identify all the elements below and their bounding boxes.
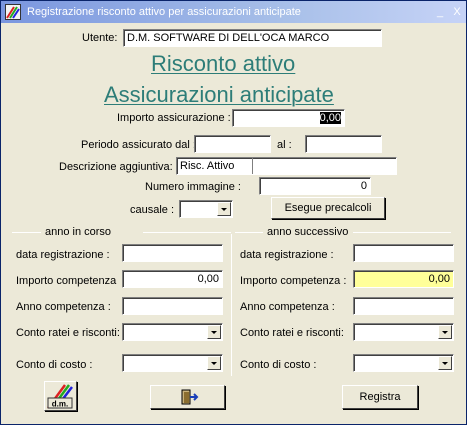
left-data-registrazione-label: data registrazione :	[16, 249, 110, 261]
chevron-down-icon[interactable]	[207, 325, 221, 339]
esegue-precalcoli-button[interactable]: Esegue precalcoli	[271, 197, 385, 219]
separator-left-a	[12, 232, 41, 233]
chevron-down-icon[interactable]	[207, 356, 221, 370]
app-icon	[5, 4, 21, 20]
importo-assicurazione-field[interactable]: 0,00	[232, 109, 345, 127]
title-bar[interactable]: Registrazione risconto attivo per assicu…	[1, 1, 466, 23]
descrizione-field[interactable]: Risc. Attivo	[176, 157, 397, 175]
periodo-al-label: al :	[277, 139, 292, 151]
right-conto-costo-label: Conto di costo :	[240, 359, 317, 371]
left-anno-competenza-label: Anno competenza :	[16, 301, 111, 313]
numero-immagine-label: Numero immagine :	[145, 181, 241, 193]
separator-right-a	[235, 232, 263, 233]
left-data-registrazione-field[interactable]	[122, 244, 223, 262]
exit-button[interactable]	[150, 385, 225, 409]
descrizione-label: Descrizione aggiuntiva:	[59, 161, 173, 173]
exit-door-icon	[181, 389, 198, 405]
left-anno-competenza-field[interactable]	[122, 297, 223, 315]
descrizione-value: Risc. Attivo	[180, 160, 235, 172]
left-importo-competenza-field[interactable]: 0,00	[122, 270, 223, 288]
periodo-dal-label: Periodo assicurato dal :	[81, 139, 196, 151]
importo-assicurazione-value: 0,00	[319, 112, 341, 124]
utente-field[interactable]: D.M. SOFTWARE DI DELL'OCA MARCO	[123, 29, 382, 47]
chevron-down-icon[interactable]	[217, 202, 231, 216]
causale-label: causale :	[130, 204, 175, 216]
descrizione-divider	[252, 158, 253, 174]
main-window: Registrazione risconto attivo per assicu…	[0, 0, 467, 425]
left-conto-ratei-select[interactable]	[122, 323, 223, 341]
separator-left-b	[143, 232, 231, 233]
periodo-al-field[interactable]	[305, 135, 382, 153]
chevron-down-icon[interactable]	[438, 356, 452, 370]
window-title: Registrazione risconto attivo per assicu…	[27, 6, 301, 18]
logo-text: d.m.	[52, 400, 68, 409]
right-conto-ratei-select[interactable]	[353, 323, 454, 341]
section-anno-successivo: anno successivo	[267, 226, 349, 238]
separator-right-b	[353, 232, 451, 233]
periodo-dal-field[interactable]	[194, 135, 271, 153]
logo-button[interactable]: d.m.	[44, 381, 77, 411]
left-importo-competenza-label: Importo competenza	[16, 275, 117, 287]
causale-select[interactable]	[179, 200, 233, 218]
dm-logo-icon: d.m.	[46, 384, 73, 409]
vertical-divider	[231, 234, 232, 376]
utente-label: Utente:	[82, 32, 118, 44]
registra-button[interactable]: Registra	[342, 385, 418, 409]
section-anno-in-corso: anno in corso	[45, 226, 112, 238]
left-conto-ratei-label: Conto ratei e risconti:	[16, 327, 120, 339]
right-conto-costo-select[interactable]	[353, 354, 454, 372]
right-data-registrazione-label: data registrazione :	[240, 249, 334, 261]
right-importo-competenza-field[interactable]: 0,00	[353, 270, 454, 288]
right-data-registrazione-field[interactable]	[353, 244, 454, 262]
chevron-down-icon[interactable]	[438, 325, 452, 339]
minimize-button[interactable]: _	[432, 5, 448, 19]
heading-risconto: Risconto attivo	[151, 51, 296, 76]
right-conto-ratei-label: Conto ratei e risconti:	[240, 327, 344, 339]
right-importo-competenza-label: Importo competenza :	[240, 275, 347, 287]
close-button[interactable]: X	[449, 5, 465, 19]
right-anno-competenza-label: Anno competenza :	[240, 301, 335, 313]
heading-assicurazioni: Assicurazioni anticipate	[104, 82, 334, 107]
numero-immagine-field[interactable]: 0	[259, 177, 371, 195]
right-anno-competenza-field[interactable]	[353, 297, 454, 315]
importo-assicurazione-label: Importo assicurazione :	[117, 112, 231, 124]
left-conto-costo-select[interactable]	[122, 354, 223, 372]
left-conto-costo-label: Conto di costo :	[16, 359, 93, 371]
